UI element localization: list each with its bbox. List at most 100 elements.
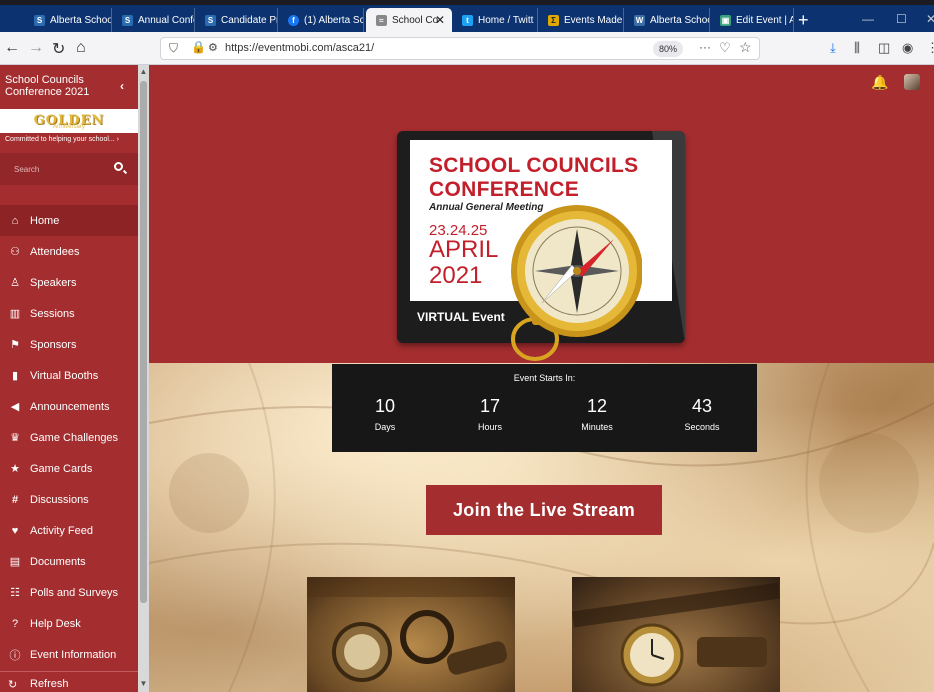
close-window-icon[interactable]: ✕ (926, 12, 934, 26)
countdown-label: Event Starts In: (513, 373, 576, 383)
countdown-value: 43 (691, 396, 713, 416)
sidebar-item-label: Attendees (30, 245, 80, 258)
poster-title-line1: SCHOOL COUNCILS (429, 154, 639, 177)
browser-tab[interactable]: W Alberta Schoo (624, 8, 710, 32)
reload-icon[interactable]: ↻ (52, 39, 65, 59)
sidebar-item-home[interactable]: ⌂ Home (0, 205, 138, 236)
sidebar-item-speakers[interactable]: ♙ Speakers (0, 267, 138, 298)
tab-favicon-icon: W (634, 14, 645, 26)
heart-icon: ♥ (11, 524, 19, 537)
sidebar-item-label: Help Desk (30, 617, 81, 630)
scrollbar-thumb[interactable] (140, 81, 147, 603)
tab-label: Candidate Pr (221, 14, 278, 26)
document-icon: ▤ (9, 556, 21, 568)
forward-icon[interactable]: → (28, 39, 44, 57)
zoom-level[interactable]: 80% (653, 41, 684, 57)
bookmark-star-icon[interactable]: ☆ (739, 39, 752, 56)
account-icon[interactable]: ◉ (902, 40, 913, 56)
browser-tab[interactable]: ▣ Edit Event | A (710, 8, 794, 32)
tab-label: School Co (392, 14, 439, 26)
downloads-icon[interactable]: ⤓ (830, 40, 836, 56)
tab-label: Home / Twitt (478, 14, 534, 26)
sidebar-item-refresh[interactable]: ↻ Refresh (0, 671, 138, 692)
search-input[interactable]: Search (0, 153, 138, 185)
library-icon[interactable]: ⫼ (854, 40, 860, 56)
home-icon: ⌂ (11, 214, 19, 227)
countdown-hours: 17 Hours (450, 396, 530, 432)
home-page-icon[interactable]: ⌂ (76, 39, 86, 57)
browser-tab[interactable]: Σ Events Made (538, 8, 624, 32)
page-actions-icon[interactable]: ··· (699, 40, 711, 54)
golden-anniversary-logo-sub: Anniversary (53, 124, 85, 130)
search-placeholder: Search (14, 165, 40, 174)
browser-tab[interactable]: S Annual Confe (112, 8, 195, 32)
twitter-favicon-icon: t (462, 14, 473, 26)
sidebar-item-activity-feed[interactable]: ♥ Activity Feed (0, 515, 138, 546)
sidebar-item-sponsors[interactable]: ⚑ Sponsors (0, 329, 138, 360)
top-bar: 🔔 (149, 65, 934, 99)
countdown-unit-label: Hours (477, 422, 502, 432)
sponsor-banner[interactable]: GOLDEN Anniversary Committed to helping … (0, 109, 138, 147)
content-tile-pocket-watch[interactable] (572, 577, 780, 692)
tracking-shield-icon[interactable]: ⛉ (169, 41, 178, 56)
sidebar-item-attendees[interactable]: ⚇ Attendees (0, 236, 138, 267)
avatar[interactable] (904, 74, 920, 90)
window-top-edge (0, 0, 934, 5)
new-tab-icon[interactable]: + (798, 10, 809, 31)
sidebar-item-documents[interactable]: ▤ Documents (0, 546, 138, 577)
close-tab-icon[interactable]: ✕ (435, 13, 445, 27)
url-text[interactable]: https://eventmobi.com/asca21/ (225, 42, 374, 54)
tab-favicon-icon: Σ (548, 14, 559, 26)
search-icon[interactable] (114, 162, 123, 171)
browser-tab[interactable]: f (1) Alberta Sc (278, 8, 364, 32)
sidebar-item-game-challenges[interactable]: ♛ Game Challenges (0, 422, 138, 453)
sidebar-item-label: Activity Feed (30, 524, 93, 537)
main-content: 🔔 SCHOOL COUNCILS CONFERENCE Annual Gener… (149, 65, 934, 692)
sidebar-item-event-information[interactable]: ⓘ Event Information (0, 639, 138, 670)
pocket-icon[interactable]: ♡ (719, 40, 731, 56)
sidebar: School Councils Conference 2021 ‹ GOLDEN… (0, 65, 138, 692)
facebook-favicon-icon: f (288, 14, 299, 26)
url-bar[interactable]: ⛉ 🔒 ⚙ https://eventmobi.com/asca21/ 80% … (160, 37, 760, 60)
browser-tab[interactable]: t Home / Twitt (452, 8, 538, 32)
tab-label: Edit Event | A (736, 14, 794, 26)
maximize-icon[interactable]: ☐ (896, 12, 907, 26)
sidebar-item-announcements[interactable]: ◀ Announcements (0, 391, 138, 422)
sidebar-header: School Councils Conference 2021 ‹ (0, 65, 138, 109)
hashtag-icon: # (11, 493, 19, 506)
banner-tagline[interactable]: Committed to helping your school... › (0, 133, 138, 147)
lock-icon[interactable]: 🔒 (191, 40, 206, 54)
menu-icon[interactable]: ⋮ (926, 40, 934, 56)
browser-tab[interactable]: S Candidate Pr (195, 8, 278, 32)
sidebar-item-discussions[interactable]: # Discussions (0, 484, 138, 515)
scroll-up-arrow-icon[interactable]: ▲ (138, 65, 149, 79)
browser-nav-bar: ← → ↻ ⌂ ⛉ 🔒 ⚙ https://eventmobi.com/asca… (0, 32, 934, 65)
back-icon[interactable]: ← (4, 39, 20, 57)
refresh-icon: ↻ (8, 679, 18, 691)
sidebar-toggle-icon[interactable]: ◫ (878, 40, 890, 56)
collapse-sidebar-icon[interactable]: ‹ (120, 79, 124, 93)
sidebar-item-game-cards[interactable]: ★ Game Cards (0, 453, 138, 484)
permissions-icon[interactable]: ⚙ (208, 41, 218, 54)
sidebar-item-sessions[interactable]: ▥ Sessions (0, 298, 138, 329)
trophy-icon: ♛ (10, 432, 20, 444)
sidebar-item-label: Virtual Booths (30, 369, 99, 382)
sidebar-item-label: Refresh (30, 678, 69, 690)
content-tile-vintage-instruments[interactable] (307, 577, 515, 692)
sidebar-item-label: Speakers (30, 276, 77, 289)
sidebar-item-label: Game Challenges (30, 431, 119, 444)
scroll-down-arrow-icon[interactable]: ▼ (138, 677, 149, 691)
browser-tab[interactable]: S Alberta Schoo (24, 8, 112, 32)
sidebar-item-polls-and-surveys[interactable]: ☷ Polls and Surveys (0, 577, 138, 608)
tab-label: Events Made (564, 14, 623, 26)
notification-bell-icon[interactable]: 🔔 (871, 74, 888, 91)
tab-label: Alberta Schoo (650, 14, 710, 26)
sidebar-item-virtual-booths[interactable]: ▮ Virtual Booths (0, 360, 138, 391)
sessions-icon: ▥ (9, 308, 21, 320)
sidebar-item-help-desk[interactable]: ? Help Desk (0, 608, 138, 639)
hero-banner: SCHOOL COUNCILS CONFERENCE Annual General… (149, 99, 934, 363)
browser-tab-active[interactable]: ≈ School Co ✕ (366, 8, 452, 32)
sidebar-scrollbar[interactable]: ▲ ▼ (138, 65, 149, 692)
minimize-icon[interactable]: — (862, 12, 874, 26)
join-live-stream-button[interactable]: Join the Live Stream (426, 485, 662, 535)
